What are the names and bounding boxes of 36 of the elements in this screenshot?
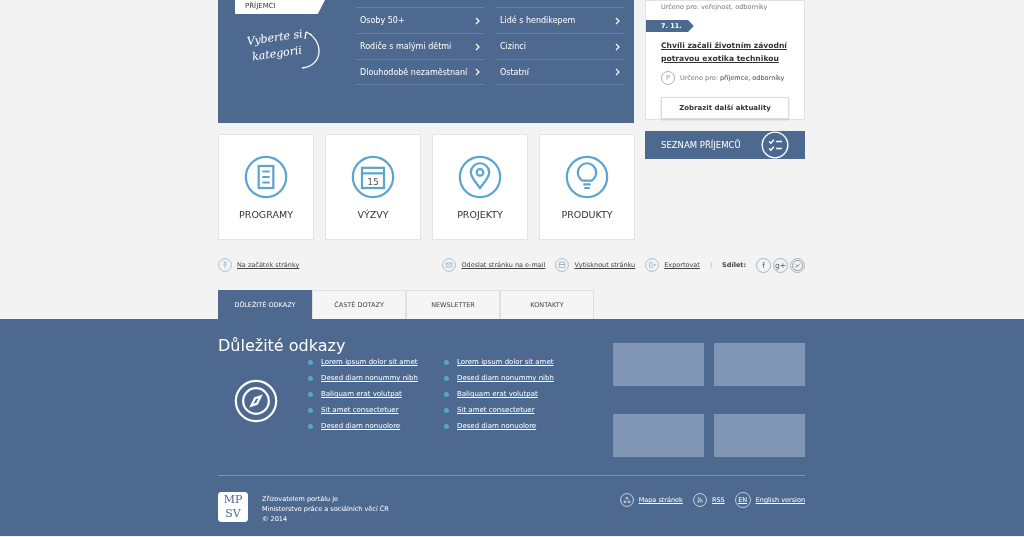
sitemap-icon [619, 493, 634, 507]
printer-icon [555, 258, 570, 272]
category-tile[interactable]: PROGRAMY [218, 134, 314, 240]
location-pin-icon [458, 155, 502, 199]
category-tile[interactable]: PRODUKTY [539, 134, 635, 240]
envelope-icon [442, 258, 457, 272]
section-heading: Důležité odkazy [218, 335, 347, 355]
calendar-icon: 15 [351, 155, 395, 199]
light-bulb-icon [565, 155, 609, 199]
banner-placeholder[interactable] [714, 414, 805, 457]
category-link[interactable]: Dlouhodobě nezaměstnaní [356, 59, 484, 85]
recipients-list-button[interactable]: SEZNAM PŘÍJEMCŮ [645, 131, 805, 159]
banner-placeholder[interactable] [613, 343, 704, 386]
category-link[interactable]: Ostatní [496, 59, 624, 85]
back-to-top-icon [218, 258, 232, 272]
document-icon [244, 155, 288, 199]
rss-icon [692, 493, 707, 507]
chevron-right-icon [475, 16, 480, 25]
category-link[interactable]: Lidé s hendikepem [496, 7, 624, 33]
export-icon [645, 258, 660, 272]
handwritten-hint: Vyberte si kategorii [245, 26, 305, 66]
checklist-icon [761, 131, 789, 159]
banner-placeholder[interactable] [714, 343, 805, 386]
category-link[interactable]: Rodiče s malými dětmi [356, 33, 484, 59]
category-link[interactable]: Osoby 50+ [356, 7, 484, 33]
category-link[interactable]: Cizinci [496, 33, 624, 59]
category-tile[interactable]: 15 VÝZVY [325, 134, 421, 240]
chevron-right-icon [615, 16, 620, 25]
chevron-right-icon [475, 68, 480, 76]
category-tile[interactable]: PROJEKTY [432, 134, 528, 240]
chevron-right-icon [615, 68, 620, 76]
chevron-right-icon [475, 42, 480, 51]
banner-placeholder[interactable] [613, 414, 704, 457]
compass-icon [234, 379, 278, 423]
ministry-logo: MP SV [218, 492, 248, 522]
chevron-right-icon [615, 42, 620, 51]
